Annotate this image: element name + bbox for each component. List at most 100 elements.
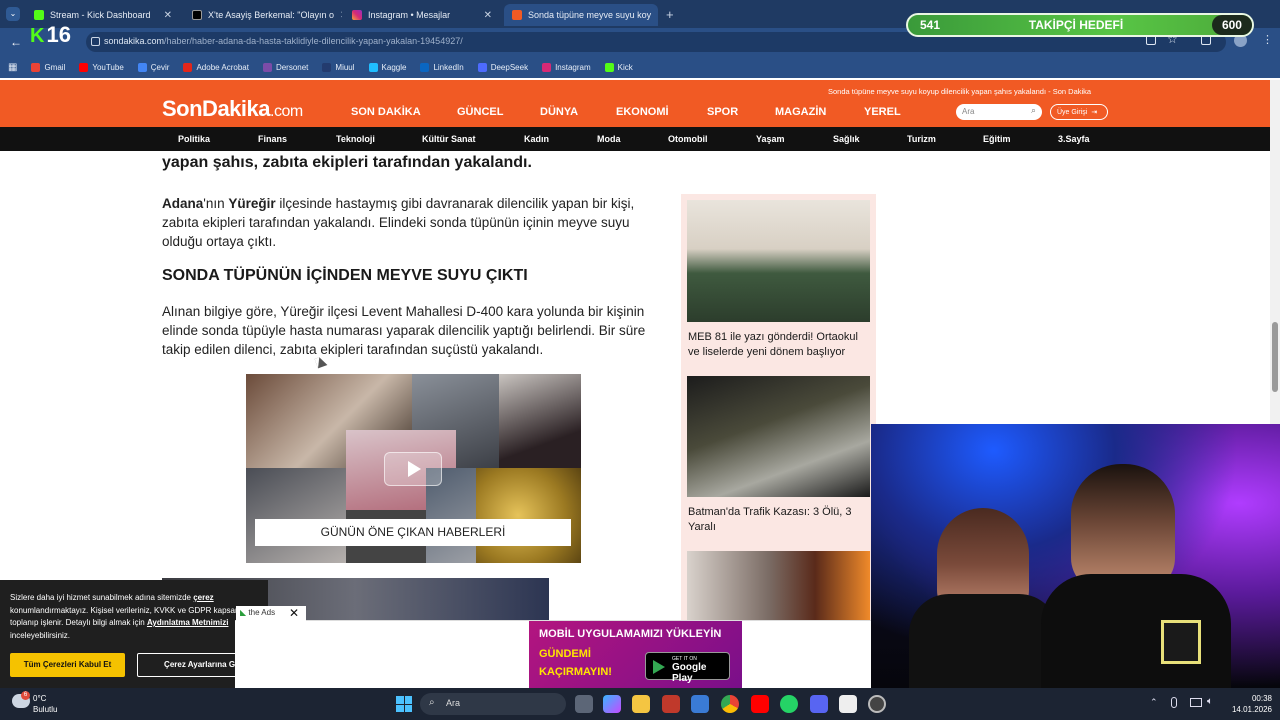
brand-number: 16 [46,22,71,47]
breaking-ticker[interactable]: Sonda tüpüne meyve suyu koyup dilencilik… [828,87,1091,96]
cat-turizm[interactable]: Turizm [907,134,936,144]
bookmark-translate[interactable]: Çevir [137,62,169,72]
streamer-right-body [1041,574,1231,688]
scrollbar-thumb[interactable] [1272,322,1278,392]
play-button[interactable] [384,452,442,486]
google-play-button[interactable]: GET IT ON Google Play [645,652,730,684]
nav-dunya[interactable]: DÜNYA [540,106,578,118]
bookmark-label: Miuul [335,62,355,72]
close-tab-icon[interactable]: ✕ [657,10,658,21]
ad-subline: KAÇIRMAYIN! [539,666,612,678]
chrome-icon[interactable] [721,695,739,713]
tab-instagram[interactable]: Instagram • Mesajlar ✕ [344,4,500,26]
taskbar-search[interactable]: ⌕ Ara [420,693,566,715]
nav-spor[interactable]: SPOR [707,106,738,118]
place-adana[interactable]: Adana [162,196,203,211]
volume-icon[interactable]: 🔈︎ [1207,696,1213,707]
obs-icon[interactable] [868,695,886,713]
discord-icon[interactable] [810,695,828,713]
bookmark-linkedin[interactable]: LinkedIn [420,62,464,72]
news-thumbnail-accident[interactable] [687,376,870,497]
windows-start-icon[interactable] [396,696,412,712]
bookmark-adobe[interactable]: Adobe Acrobat [183,62,249,72]
bookmark-dersonet[interactable]: Dersonet [262,62,308,72]
apps-grid-icon[interactable]: ▦ [8,62,17,73]
cookie-text: Sizlere daha iyi hizmet sunabilmek adına… [10,593,194,602]
capcut-icon[interactable] [839,695,857,713]
tab-label: Sonda tüpüne meyve suyu koy [528,10,652,20]
kaggle-icon [368,62,378,72]
nav-ekonomi[interactable]: EKONOMİ [616,106,669,118]
temperature: 0°C [33,694,47,703]
place-yuregir[interactable]: Yüreğir [228,196,275,211]
kick-k-icon: K [30,25,45,47]
adobe-icon [183,62,193,72]
bookmark-kaggle[interactable]: Kaggle [368,62,406,72]
tab-sondakika[interactable]: Sonda tüpüne meyve suyu koy ✕ [504,4,658,26]
cookie-link[interactable]: çerez [193,593,213,602]
bookmark-kick[interactable]: Kick [604,62,633,72]
news-thumbnail-classroom[interactable] [687,200,870,322]
play-icon [408,461,421,477]
new-tab-plus-icon[interactable]: + [666,7,674,22]
bookmark-instagram[interactable]: Instagram [542,62,591,72]
cat-finans[interactable]: Finans [258,134,287,144]
webcam-overlay [871,424,1280,688]
news-app-icon[interactable] [662,695,680,713]
cat-kadin[interactable]: Kadın [524,134,549,144]
weather-widget[interactable]: 0°C Bulutlu [33,693,57,715]
bookmark-deepseek[interactable]: DeepSeek [477,62,529,72]
cat-saglik[interactable]: Sağlık [833,134,860,144]
close-tab-icon[interactable]: ✕ [484,10,492,21]
site-search-input[interactable]: Ara ⌕ [956,104,1042,120]
nav-son-dakika[interactable]: SON DAKİKA [351,106,421,118]
news-caption-batman[interactable]: Batman'da Trafik Kazası: 3 Ölü, 3 Yaralı [688,505,870,535]
bookmark-label: DeepSeek [490,62,529,72]
close-tab-icon[interactable]: ✕ [164,10,172,21]
cat-teknoloji[interactable]: Teknoloji [336,134,375,144]
site-info-icon[interactable] [91,37,100,46]
tab-x-post[interactable]: X'te Asayiş Berkemal: "Olayın o ✕ [184,4,342,26]
cat-politika[interactable]: Politika [178,134,210,144]
back-arrow-icon[interactable]: ← [10,35,22,49]
tray-chevron-icon[interactable]: ⌃ [1150,697,1158,708]
bookmark-miuul[interactable]: Miuul [322,62,355,72]
site-logo[interactable]: SonDakika.com [162,96,303,122]
display-icon[interactable] [1190,698,1202,707]
task-view-icon[interactable] [575,695,593,713]
url-text[interactable]: sondakika.com/haber/haber-adana-da-hasta… [104,36,463,46]
news-thumbnail-politics[interactable] [687,551,870,621]
privacy-notice-link[interactable]: Aydınlatma Metnimizi [147,618,229,627]
cat-moda[interactable]: Moda [597,134,621,144]
login-button[interactable]: Üye Girişi ⇥ [1050,104,1108,120]
close-ad-icon[interactable]: ✕ [289,606,299,620]
search-icon[interactable]: ⌕ [1031,105,1036,116]
close-tab-icon[interactable]: ✕ [340,10,342,21]
news-caption-meb[interactable]: MEB 81 ile yazı gönderdi! Ortaokul ve li… [688,330,870,360]
browser-menu-icon[interactable]: ⋮ [1262,33,1273,46]
copilot-icon[interactable] [603,695,621,713]
file-explorer-icon[interactable] [632,695,650,713]
cat-kultur-sanat[interactable]: Kültür Sanat [422,134,476,144]
stream-brand-badge: K16 [30,22,71,48]
system-clock[interactable]: 00:38 14.01.2026 [1226,693,1272,715]
accept-all-cookies-button[interactable]: Tüm Çerezleri Kabul Et [10,653,125,677]
cat-otomobil[interactable]: Otomobil [668,134,708,144]
tab-list-chevron-icon[interactable]: ⌄ [6,7,20,21]
microphone-icon[interactable] [1171,697,1177,708]
bookmark-youtube[interactable]: YouTube [79,62,124,72]
whatsapp-icon[interactable] [780,695,798,713]
cat-yasam[interactable]: Yaşam [756,134,785,144]
article-subheading: SONDA TÜPÜNÜN İÇİNDEN MEYVE SUYU ÇIKTI [162,267,528,284]
nav-guncel[interactable]: GÜNCEL [457,106,503,118]
bookmark-gmail[interactable]: Gmail [31,62,65,72]
store-icon[interactable] [691,695,709,713]
cat-3sayfa[interactable]: 3.Sayfa [1058,134,1090,144]
cat-egitim[interactable]: Eğitim [983,134,1011,144]
taskbar-search-label: Ara [446,698,461,708]
nav-yerel[interactable]: YEREL [864,106,901,118]
video-tile-gold [476,468,581,563]
youtube-icon[interactable] [751,695,769,713]
article-paragraph-1: Adana'nın Yüreğir ilçesinde hastaymış gi… [162,194,642,251]
nav-magazin[interactable]: MAGAZİN [775,106,826,118]
